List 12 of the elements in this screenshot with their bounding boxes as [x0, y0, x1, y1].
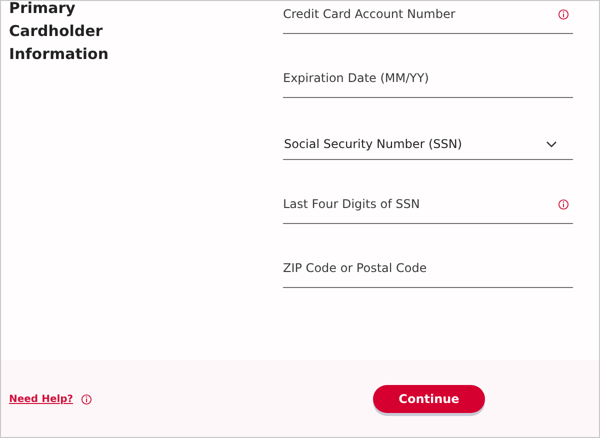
input-field[interactable]: ZIP Code or Postal Code [283, 261, 569, 275]
input-field[interactable]: Last Four Digits of SSN [283, 197, 558, 211]
chevron-down-icon [546, 141, 557, 148]
section-title: Primary Cardholder Information [9, 1, 110, 65]
need-help-link[interactable]: Need Help? [9, 394, 74, 405]
input-field[interactable]: Credit Card Account Number [283, 7, 558, 21]
info-icon[interactable] [558, 198, 569, 210]
info-icon[interactable] [81, 394, 92, 405]
dropdown-field[interactable]: Social Security Number (SSN) [283, 127, 573, 160]
continue-button[interactable]: Continue [373, 384, 485, 412]
input-field[interactable]: Expiration Date (MM/YY) [283, 71, 569, 85]
info-icon[interactable] [558, 8, 569, 20]
